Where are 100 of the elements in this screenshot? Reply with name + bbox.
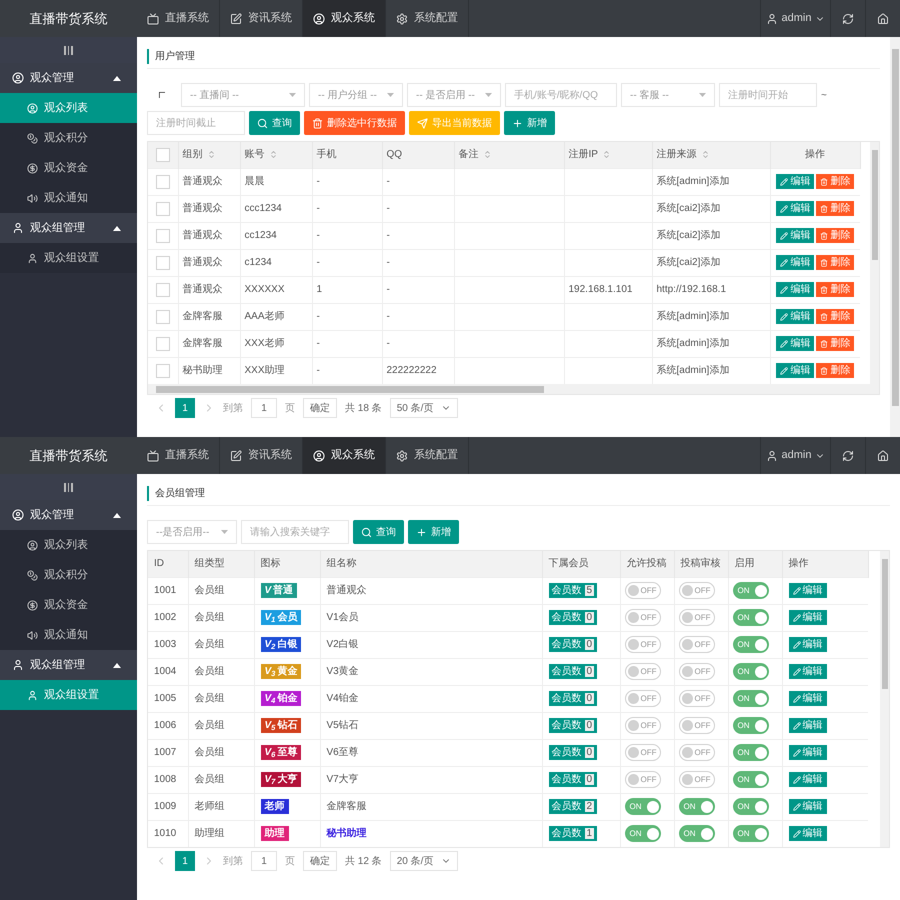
edit-button[interactable]: 编辑 bbox=[788, 583, 826, 598]
toggle-switch[interactable]: OFF bbox=[678, 690, 714, 707]
toggle-switch[interactable]: OFF bbox=[678, 771, 714, 788]
toggle-switch[interactable]: ON bbox=[624, 825, 660, 842]
page-size-select[interactable]: 50 条/页 bbox=[390, 398, 458, 418]
toggle-switch[interactable]: OFF bbox=[678, 582, 714, 599]
delete-button[interactable]: 删除 bbox=[816, 228, 854, 243]
toggle-switch[interactable]: OFF bbox=[678, 636, 714, 653]
delete-button[interactable]: 删除 bbox=[816, 336, 854, 351]
checkbox[interactable] bbox=[156, 282, 170, 296]
input-field[interactable]: 注册时间开始 bbox=[719, 83, 817, 107]
toggle-switch[interactable]: OFF bbox=[624, 609, 660, 626]
toggle-switch[interactable]: ON bbox=[732, 582, 768, 599]
toggle-switch[interactable]: OFF bbox=[624, 690, 660, 707]
edit-button[interactable]: 编辑 bbox=[788, 799, 826, 814]
toggle-switch[interactable]: OFF bbox=[678, 717, 714, 734]
select-field[interactable]: -- 直播间 -- bbox=[181, 83, 305, 107]
sidebar-item[interactable]: 观众积分 bbox=[0, 123, 137, 153]
delete-button[interactable]: 删除 bbox=[816, 255, 854, 270]
confirm-button[interactable]: 确定 bbox=[303, 398, 337, 418]
delete-button[interactable]: 删除选中行数据 bbox=[304, 111, 405, 135]
edit-button[interactable]: 编辑 bbox=[776, 336, 814, 351]
sidebar-item[interactable]: 观众组设置 bbox=[0, 680, 137, 710]
scrollbar[interactable] bbox=[880, 551, 889, 847]
column-header[interactable]: 账号 bbox=[244, 147, 308, 162]
edit-button[interactable]: 编辑 bbox=[776, 201, 814, 216]
input-field[interactable]: 注册时间截止 bbox=[147, 111, 245, 135]
toggle-switch[interactable]: ON bbox=[678, 825, 714, 842]
add-button[interactable]: 新增 bbox=[504, 111, 555, 135]
sidebar-item[interactable]: 观众通知 bbox=[0, 183, 137, 213]
select-field[interactable]: -- 用户分组 -- bbox=[309, 83, 403, 107]
delete-button[interactable]: 删除 bbox=[816, 201, 854, 216]
collapse-icon[interactable] bbox=[64, 46, 73, 54]
select-field[interactable]: -- 客服 -- bbox=[621, 83, 715, 107]
page-button[interactable]: 1 bbox=[175, 851, 195, 871]
checkbox[interactable] bbox=[156, 228, 170, 242]
select-field[interactable]: -- 是否启用 -- bbox=[407, 83, 501, 107]
column-header[interactable]: 组别 bbox=[182, 147, 236, 162]
edit-button[interactable]: 编辑 bbox=[776, 309, 814, 324]
toggle-switch[interactable]: ON bbox=[732, 636, 768, 653]
page-button[interactable]: 1 bbox=[175, 398, 195, 418]
sidebar-item[interactable]: 观众资金 bbox=[0, 153, 137, 183]
select-field[interactable]: --是否启用-- bbox=[147, 520, 237, 544]
toggle-switch[interactable]: ON bbox=[732, 744, 768, 761]
toggle-switch[interactable]: OFF bbox=[624, 717, 660, 734]
toggle-switch[interactable]: OFF bbox=[678, 609, 714, 626]
delete-button[interactable]: 删除 bbox=[816, 174, 854, 189]
input-field[interactable]: 手机/账号/昵称/QQ bbox=[505, 83, 617, 107]
edit-button[interactable]: 编辑 bbox=[788, 664, 826, 679]
search-button[interactable]: 查询 bbox=[353, 520, 404, 544]
toggle-switch[interactable]: OFF bbox=[624, 663, 660, 680]
add-button[interactable]: 新增 bbox=[408, 520, 459, 544]
checkbox[interactable] bbox=[156, 256, 170, 270]
sidebar-item[interactable]: 观众积分 bbox=[0, 560, 137, 590]
page-scrollbar[interactable] bbox=[890, 37, 900, 437]
confirm-button[interactable]: 确定 bbox=[303, 851, 337, 871]
toggle-switch[interactable]: OFF bbox=[624, 636, 660, 653]
toggle-switch[interactable]: ON bbox=[732, 717, 768, 734]
checkbox[interactable] bbox=[156, 174, 170, 188]
toggle-switch[interactable]: ON bbox=[732, 609, 768, 626]
checkbox[interactable] bbox=[156, 310, 170, 324]
edit-button[interactable]: 编辑 bbox=[776, 255, 814, 270]
edit-button[interactable]: 编辑 bbox=[788, 745, 826, 760]
toggle-switch[interactable]: OFF bbox=[624, 582, 660, 599]
toggle-switch[interactable]: ON bbox=[732, 690, 768, 707]
toggle-switch[interactable]: OFF bbox=[624, 771, 660, 788]
sidebar-item[interactable]: 观众列表 bbox=[0, 93, 137, 123]
page-size-select[interactable]: 20 条/页 bbox=[390, 851, 458, 871]
edit-button[interactable]: 编辑 bbox=[788, 772, 826, 787]
checkbox[interactable] bbox=[156, 202, 170, 216]
delete-button[interactable]: 删除 bbox=[816, 309, 854, 324]
toggle-switch[interactable]: OFF bbox=[624, 744, 660, 761]
toggle-switch[interactable]: ON bbox=[732, 663, 768, 680]
toggle-switch[interactable]: ON bbox=[732, 798, 768, 815]
sidebar-group[interactable]: 观众组管理 bbox=[0, 650, 137, 680]
column-header[interactable]: 注册IP bbox=[568, 147, 648, 162]
edit-button[interactable]: 编辑 bbox=[788, 718, 826, 733]
edit-button[interactable]: 编辑 bbox=[776, 363, 814, 378]
toggle-switch[interactable]: ON bbox=[624, 798, 660, 815]
delete-button[interactable]: 删除 bbox=[816, 363, 854, 378]
toggle-switch[interactable]: ON bbox=[732, 771, 768, 788]
input-field[interactable]: 请输入搜索关键字 bbox=[241, 520, 349, 544]
sidebar-item[interactable]: 观众组设置 bbox=[0, 243, 137, 273]
sidebar-item[interactable]: 观众资金 bbox=[0, 590, 137, 620]
toggle-switch[interactable]: OFF bbox=[678, 744, 714, 761]
edit-button[interactable]: 编辑 bbox=[788, 691, 826, 706]
column-header[interactable]: 注册来源 bbox=[656, 147, 766, 162]
checkbox[interactable] bbox=[156, 364, 170, 378]
page-input[interactable]: 1 bbox=[251, 851, 277, 871]
checkbox[interactable] bbox=[156, 148, 170, 162]
sidebar-item[interactable]: 观众列表 bbox=[0, 530, 137, 560]
toggle-switch[interactable]: ON bbox=[678, 798, 714, 815]
edit-button[interactable]: 编辑 bbox=[776, 174, 814, 189]
nav-tab[interactable]: 观众系统 bbox=[303, 437, 386, 474]
sidebar-item[interactable]: 观众通知 bbox=[0, 620, 137, 650]
horizontal-scrollbar[interactable] bbox=[148, 384, 870, 394]
edit-button[interactable]: 编辑 bbox=[776, 282, 814, 297]
edit-button[interactable]: 编辑 bbox=[788, 826, 826, 842]
sidebar-group[interactable]: 观众管理 bbox=[0, 63, 137, 93]
collapse-icon[interactable] bbox=[64, 482, 73, 492]
